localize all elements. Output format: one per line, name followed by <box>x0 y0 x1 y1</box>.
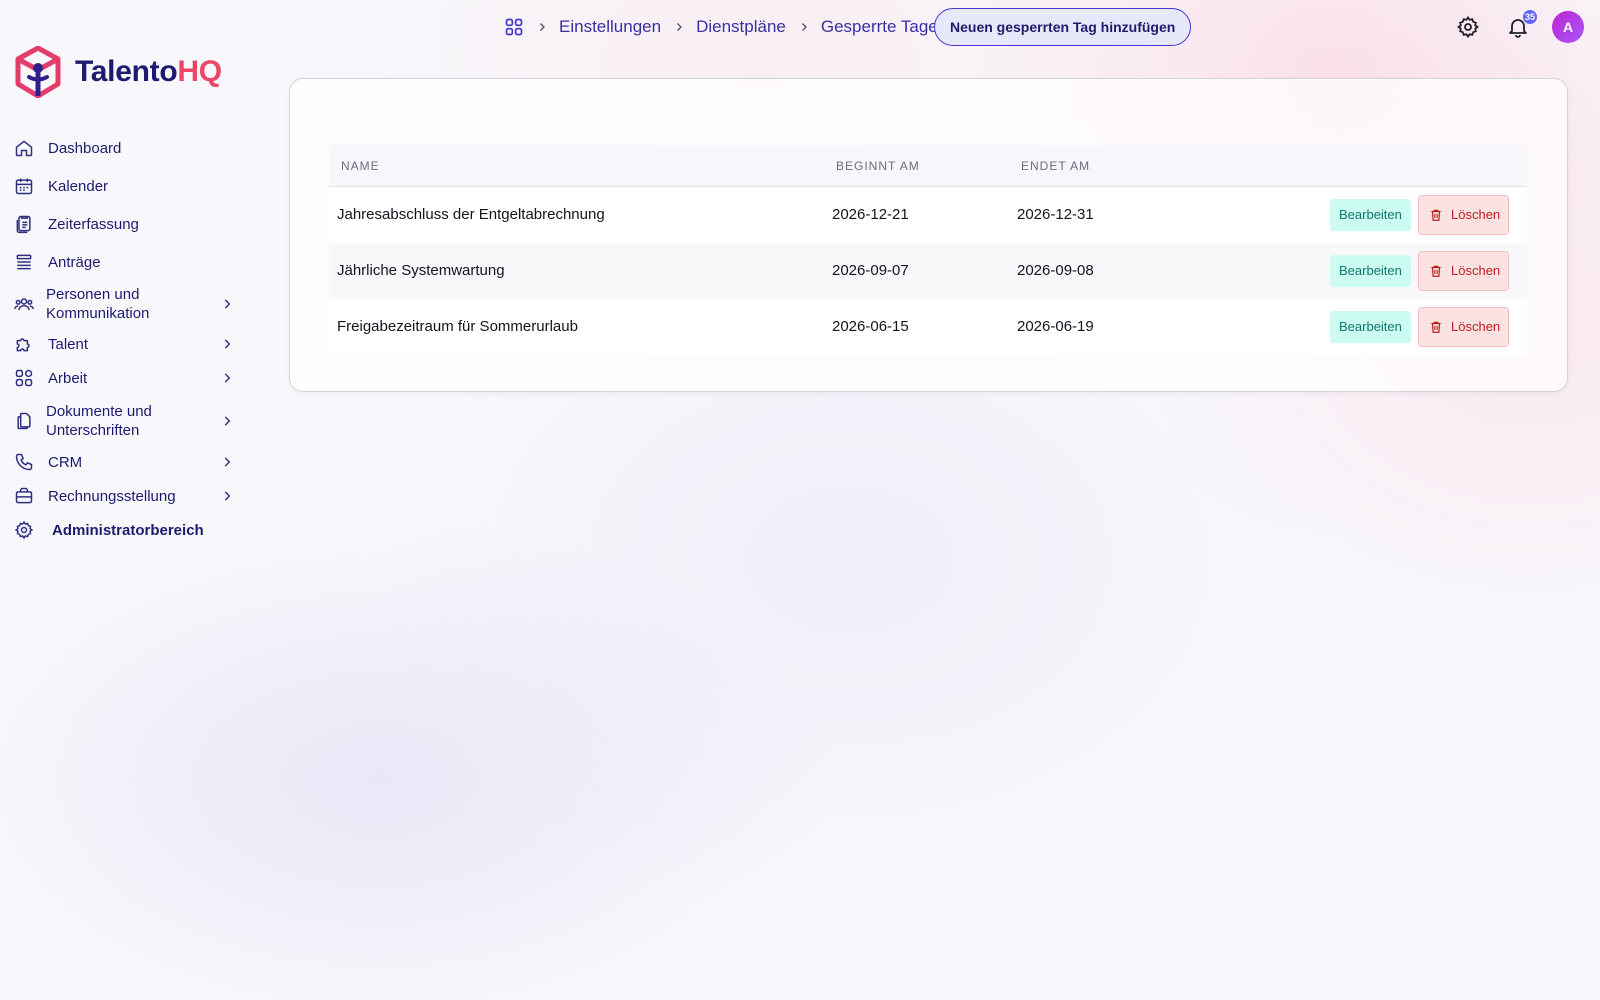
chevron-right-icon <box>220 455 234 469</box>
trash-icon <box>1429 264 1443 278</box>
notification-badge: 35 <box>1523 10 1537 24</box>
row-start-date: 2026-12-21 <box>832 206 909 223</box>
chevron-right-icon <box>220 337 234 351</box>
add-blocked-day-button[interactable]: Neuen gesperrten Tag hinzufügen <box>934 8 1192 46</box>
delete-button-label: Löschen <box>1451 263 1501 278</box>
edit-button[interactable]: Bearbeiten <box>1330 311 1411 343</box>
trash-icon <box>1429 320 1443 334</box>
settings-gear-icon[interactable] <box>1456 15 1480 39</box>
table-header: NAME BEGINNT AM ENDET AM <box>329 145 1527 187</box>
table-row: Jahresabschluss der Entgeltabrechnung 20… <box>329 187 1527 243</box>
puzzle-icon <box>14 334 34 354</box>
sidebar-item-rechnungsstellung[interactable]: Rechnungsstellung <box>14 482 248 510</box>
sidebar-item-personen[interactable]: Personen und Kommunikation <box>14 284 248 324</box>
edit-button[interactable]: Bearbeiten <box>1330 199 1411 231</box>
breadcrumb-dienstplaene[interactable]: Dienstpläne <box>696 17 786 37</box>
chevron-right-icon <box>673 21 685 33</box>
chevron-right-icon <box>220 297 234 311</box>
sidebar-item-arbeit[interactable]: Arbeit <box>14 364 248 392</box>
sidebar-item-dokumente[interactable]: Dokumente und Unterschriften <box>14 401 248 441</box>
apps-icon <box>14 368 34 388</box>
row-name: Jährliche Systemwartung <box>337 262 505 279</box>
sidebar-item-label: Talent <box>48 335 89 353</box>
sidebar: TalentoHQ Dashboard Kalender Zeiterfassu… <box>0 0 260 1000</box>
blocked-days-card: NAME BEGINNT AM ENDET AM Jahresabschluss… <box>289 78 1568 392</box>
row-end-date: 2026-06-19 <box>1017 318 1094 335</box>
avatar[interactable]: A <box>1552 11 1584 43</box>
row-end-date: 2026-09-08 <box>1017 262 1094 279</box>
documents-icon <box>14 411 34 431</box>
row-name: Jahresabschluss der Entgeltabrechnung <box>337 206 605 223</box>
blocked-days-table: NAME BEGINNT AM ENDET AM Jahresabschluss… <box>329 145 1527 355</box>
chevron-right-icon <box>220 489 234 503</box>
chevron-right-icon <box>798 21 810 33</box>
sidebar-item-label: Dashboard <box>48 139 122 157</box>
delete-button[interactable]: Löschen <box>1418 251 1509 291</box>
breadcrumb-einstellungen[interactable]: Einstellungen <box>559 17 661 37</box>
delete-button[interactable]: Löschen <box>1418 195 1509 235</box>
sidebar-item-kalender[interactable]: Kalender <box>14 172 248 200</box>
sidebar-item-talent[interactable]: Talent <box>14 330 248 358</box>
sidebar-item-label: Administratorbereich <box>52 521 204 539</box>
delete-button-label: Löschen <box>1451 319 1501 334</box>
trash-icon <box>1429 208 1443 222</box>
edit-button[interactable]: Bearbeiten <box>1330 255 1411 287</box>
gear-icon <box>14 520 34 540</box>
phone-icon <box>14 452 34 472</box>
delete-button-label: Löschen <box>1451 207 1501 222</box>
chevron-right-icon <box>220 371 234 385</box>
row-start-date: 2026-06-15 <box>832 318 909 335</box>
table-row: Jährliche Systemwartung 2026-09-07 2026-… <box>329 243 1527 299</box>
home-icon <box>14 138 34 158</box>
breadcrumb: Einstellungen Dienstpläne Gesperrte Tage <box>504 14 938 40</box>
column-header-end: ENDET AM <box>1021 159 1091 173</box>
row-start-date: 2026-09-07 <box>832 262 909 279</box>
brand-name: TalentoHQ <box>75 55 222 88</box>
sidebar-item-dashboard[interactable]: Dashboard <box>14 134 248 162</box>
table-row: Freigabezeitraum für Sommerurlaub 2026-0… <box>329 299 1527 355</box>
column-header-name: NAME <box>341 159 380 173</box>
sidebar-item-label: Arbeit <box>48 369 88 387</box>
chevron-right-icon <box>220 414 234 428</box>
apps-home-icon[interactable] <box>504 17 524 37</box>
list-stack-icon <box>14 252 34 272</box>
sidebar-item-crm[interactable]: CRM <box>14 448 248 476</box>
briefcase-icon <box>14 486 34 506</box>
column-header-start: BEGINNT AM <box>836 159 920 173</box>
delete-button[interactable]: Löschen <box>1418 307 1509 347</box>
chevron-right-icon <box>536 21 548 33</box>
sidebar-item-label: CRM <box>48 453 83 471</box>
sidebar-item-label: Kalender <box>48 177 109 195</box>
breadcrumb-gesperrte-tage[interactable]: Gesperrte Tage <box>821 17 938 37</box>
clipboard-clock-icon <box>14 214 34 234</box>
top-header: Einstellungen Dienstpläne Gesperrte Tage… <box>0 0 1600 54</box>
sidebar-item-label: Personen und Kommunikation <box>46 286 150 322</box>
row-name: Freigabezeitraum für Sommerurlaub <box>337 318 578 335</box>
sidebar-item-label: Anträge <box>48 253 101 271</box>
calendar-icon <box>14 176 34 196</box>
row-end-date: 2026-12-31 <box>1017 206 1094 223</box>
sidebar-item-administratorbereich[interactable]: Administratorbereich <box>14 516 248 544</box>
sidebar-item-label: Dokumente und Unterschriften <box>46 403 152 439</box>
users-icon <box>14 294 34 314</box>
sidebar-item-label: Rechnungsstellung <box>48 487 176 505</box>
sidebar-item-label: Zeiterfassung <box>48 215 139 233</box>
sidebar-item-antraege[interactable]: Anträge <box>14 248 248 276</box>
sidebar-item-zeiterfassung[interactable]: Zeiterfassung <box>14 210 248 238</box>
